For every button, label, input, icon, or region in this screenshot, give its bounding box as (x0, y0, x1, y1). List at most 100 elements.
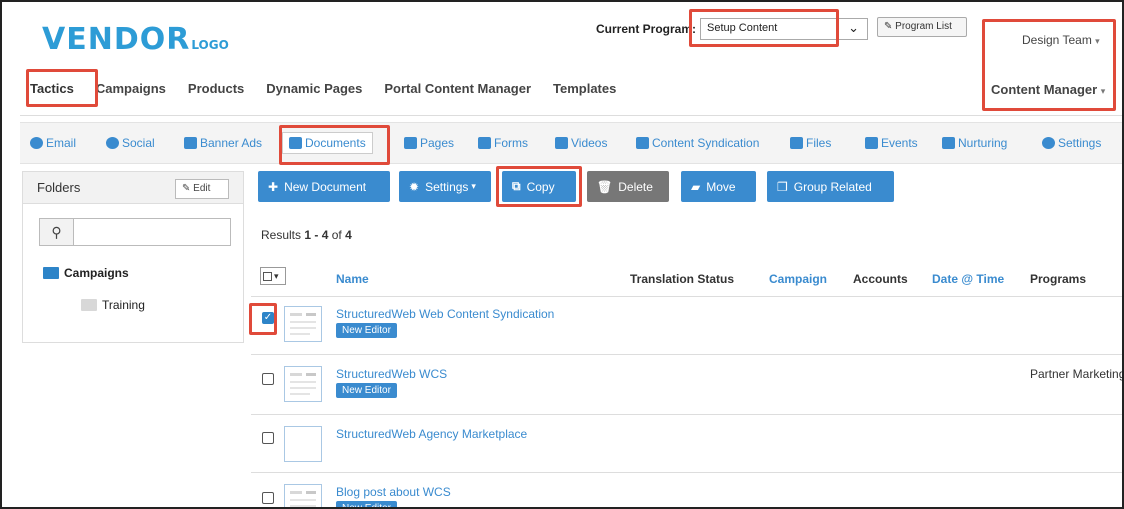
tab-label: Events (881, 136, 918, 150)
column-header-name[interactable]: Name (336, 272, 369, 286)
move-button[interactable]: ▰ Move (681, 171, 756, 202)
tab-documents[interactable]: Documents (282, 132, 373, 154)
logo-sub-text: LOGO (191, 38, 229, 52)
tab-label: Social (122, 136, 155, 150)
tab-forms[interactable]: Forms (478, 136, 528, 150)
gear-icon (1042, 137, 1055, 149)
copy-icon: ⧉ (512, 179, 521, 193)
team-dropdown[interactable]: Design Team ▾ (1022, 33, 1100, 47)
column-header-date-time[interactable]: Date @ Time (932, 272, 1004, 286)
row-checkbox[interactable] (262, 432, 274, 444)
bars-icon (942, 137, 955, 149)
edit-label: Edit (193, 183, 211, 194)
document-name-link[interactable]: StructuredWeb WCS (336, 367, 447, 381)
nav-item-dynamic-pages[interactable]: Dynamic Pages (266, 81, 362, 96)
row-checkbox[interactable] (262, 492, 274, 504)
tab-social[interactable]: Social (106, 136, 155, 150)
folder-icon (43, 267, 59, 279)
tab-email[interactable]: Email (30, 136, 76, 150)
tab-videos[interactable]: Videos (555, 136, 607, 150)
program-list-label: Program List (895, 21, 952, 32)
group-related-label: Group Related (793, 179, 872, 194)
pencil-icon: ✎ (182, 183, 191, 194)
tactics-tab-bar: Email Social Banner Ads Documents Pages … (20, 122, 1122, 164)
folder-training[interactable]: Training (81, 298, 145, 312)
file-icon (790, 137, 803, 149)
folder-search: ⚲ (39, 218, 231, 246)
document-thumbnail[interactable] (284, 426, 322, 462)
tab-content-syndication[interactable]: Content Syndication (636, 136, 759, 150)
tab-nurturing[interactable]: Nurturing (942, 136, 1007, 150)
calendar-icon (865, 137, 878, 149)
pdf-icon (289, 137, 302, 149)
folder-campaigns[interactable]: Campaigns (43, 266, 129, 280)
folder-label: Training (102, 298, 145, 312)
tab-files[interactable]: Files (790, 136, 831, 150)
row-checkbox[interactable]: ✓ (262, 312, 274, 324)
plus-icon: ✚ (268, 179, 279, 194)
column-header-programs: Programs (1030, 272, 1087, 286)
tab-label: Settings (1058, 136, 1102, 150)
delete-button[interactable]: 🗑 Delete (587, 171, 669, 202)
nav-item-tactics[interactable]: Tactics (30, 81, 74, 96)
results-total: 4 (345, 228, 352, 242)
document-thumbnail[interactable] (284, 306, 322, 342)
delete-label: Delete (618, 179, 653, 194)
folders-header: Folders ✎ Edit (23, 172, 243, 204)
tab-label: Forms (494, 136, 528, 150)
logo-main-text: VENDOR (42, 22, 191, 57)
nav-item-products[interactable]: Products (188, 81, 244, 96)
program-list-button[interactable]: ✎ Program List (877, 17, 967, 37)
vendor-logo[interactable]: VENDOR LOGO (42, 22, 229, 57)
tab-settings[interactable]: Settings (1042, 136, 1101, 150)
document-name-link[interactable]: StructuredWeb Agency Marketplace (336, 427, 527, 441)
new-document-label: New Document (284, 179, 367, 194)
copy-button[interactable]: ⧉ Copy (502, 171, 576, 202)
settings-dropdown-button[interactable]: ✹ Settings ▾ (399, 171, 491, 202)
current-program-select[interactable]: Setup Content ⌄ (700, 18, 868, 40)
gear-icon: ✹ (409, 179, 420, 194)
tab-pages[interactable]: Pages (404, 136, 454, 150)
group-icon: ❐ (777, 179, 788, 194)
caret-down-icon: ▾ (1100, 86, 1106, 96)
content-manager-dropdown[interactable]: Content Manager ▾ (991, 82, 1105, 97)
program-cell: Partner Marketing (1030, 367, 1124, 381)
results-range: 1 - 4 (304, 228, 329, 242)
row-divider (251, 296, 1122, 297)
tab-label: Documents (305, 136, 366, 150)
current-program-value: Setup Content (707, 22, 778, 34)
checkbox-icon (263, 272, 272, 282)
video-icon (555, 137, 568, 149)
folder-label: Campaigns (64, 266, 129, 280)
app-window: VENDOR LOGO Current Program: Setup Conte… (0, 0, 1124, 509)
tab-banner-ads[interactable]: Banner Ads (184, 136, 262, 150)
edit-folders-button[interactable]: ✎ Edit (175, 179, 229, 199)
document-thumbnail[interactable] (284, 366, 322, 402)
select-all-dropdown[interactable]: ▾ (260, 267, 286, 285)
trash-icon: 🗑 (597, 179, 613, 194)
tab-label: Email (46, 136, 77, 150)
column-header-campaign[interactable]: Campaign (769, 272, 827, 286)
speech-bubble-icon (106, 137, 119, 149)
row-checkbox[interactable] (262, 373, 274, 385)
results-count: Results 1 - 4 of 4 (261, 228, 352, 242)
document-name-link[interactable]: Blog post about WCS (336, 485, 451, 499)
new-document-button[interactable]: ✚ New Document (258, 171, 390, 202)
group-related-button[interactable]: ❐ Group Related (767, 171, 894, 202)
document-thumbnail[interactable] (284, 484, 322, 507)
new-editor-badge: New Editor (336, 323, 397, 338)
tab-events[interactable]: Events (865, 136, 918, 150)
nav-item-campaigns[interactable]: Campaigns (96, 81, 166, 96)
header: VENDOR LOGO Current Program: Setup Conte… (2, 2, 1122, 119)
document-name-link[interactable]: StructuredWeb Web Content Syndication (336, 307, 554, 321)
folder-search-input[interactable] (76, 221, 226, 243)
search-icon[interactable]: ⚲ (40, 219, 74, 245)
nav-item-templates[interactable]: Templates (553, 81, 616, 96)
new-editor-badge: New Editor (336, 383, 397, 398)
folders-title: Folders (37, 180, 81, 195)
main-nav: Tactics Campaigns Products Dynamic Pages… (30, 81, 638, 96)
folder-open-icon: ▰ (691, 179, 701, 194)
tab-label: Pages (420, 136, 455, 150)
results-prefix: Results (261, 228, 302, 242)
nav-item-portal-content-manager[interactable]: Portal Content Manager (384, 81, 531, 96)
